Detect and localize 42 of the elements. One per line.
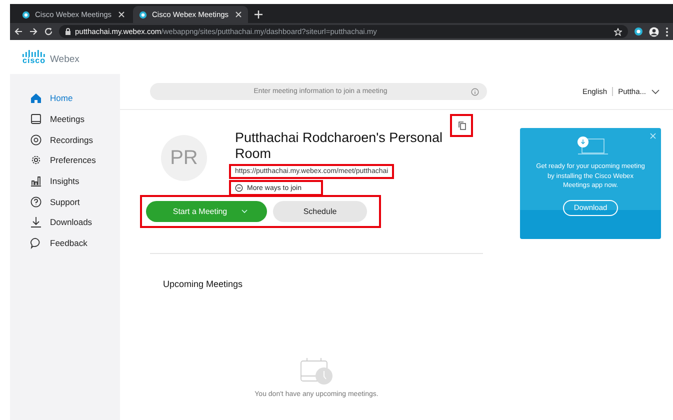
nav-item[interactable]: Preferences: [10, 150, 120, 171]
download-icon: [30, 216, 42, 228]
nav-item[interactable]: Home: [10, 88, 120, 109]
gear-icon: [30, 154, 42, 166]
product-name: Webex: [50, 54, 80, 64]
nav-item[interactable]: Meetings: [10, 108, 120, 130]
lock-icon: [65, 28, 71, 35]
chevron-down-icon[interactable]: [651, 88, 660, 94]
nav-item[interactable]: Feedback: [10, 232, 120, 254]
home-icon: [30, 92, 42, 104]
star-icon[interactable]: [614, 28, 622, 36]
nav-item[interactable]: Insights: [10, 170, 120, 192]
chart-icon: [30, 175, 42, 188]
record-icon: [30, 134, 42, 146]
webex-icon: [22, 10, 30, 18]
close-icon[interactable]: [235, 11, 242, 18]
copy-icon: [458, 121, 466, 130]
help-icon: [30, 196, 42, 208]
schedule-button[interactable]: Schedule: [273, 201, 367, 222]
info-icon: [471, 88, 479, 96]
menu-icon[interactable]: [665, 26, 669, 36]
chat-bubble-icon: [30, 237, 42, 250]
close-icon[interactable]: [118, 11, 125, 18]
nav-item[interactable]: Downloads: [10, 212, 120, 233]
reload-icon[interactable]: [44, 27, 53, 36]
webex-icon: [139, 10, 147, 18]
avatar: PR: [161, 135, 207, 181]
nav-item[interactable]: Support: [10, 191, 120, 212]
copy-button[interactable]: [450, 114, 473, 137]
calendar-clock-icon: [300, 357, 334, 385]
circle-minus-icon: [235, 184, 243, 192]
room-title: Putthachai Rodcharoen's Personal Room: [235, 130, 444, 162]
back-icon[interactable]: [14, 27, 23, 36]
section-heading: Upcoming Meetings: [163, 279, 244, 289]
calendar-icon: [30, 113, 42, 126]
nav-item[interactable]: Recordings: [10, 129, 120, 150]
new-tab-icon[interactable]: [254, 10, 263, 19]
cisco-logo: cisco: [22, 56, 46, 64]
logo-bars-icon: [22, 50, 46, 56]
forward-icon[interactable]: [29, 27, 38, 36]
profile-icon[interactable]: [649, 26, 659, 36]
webex-icon[interactable]: [634, 27, 643, 36]
